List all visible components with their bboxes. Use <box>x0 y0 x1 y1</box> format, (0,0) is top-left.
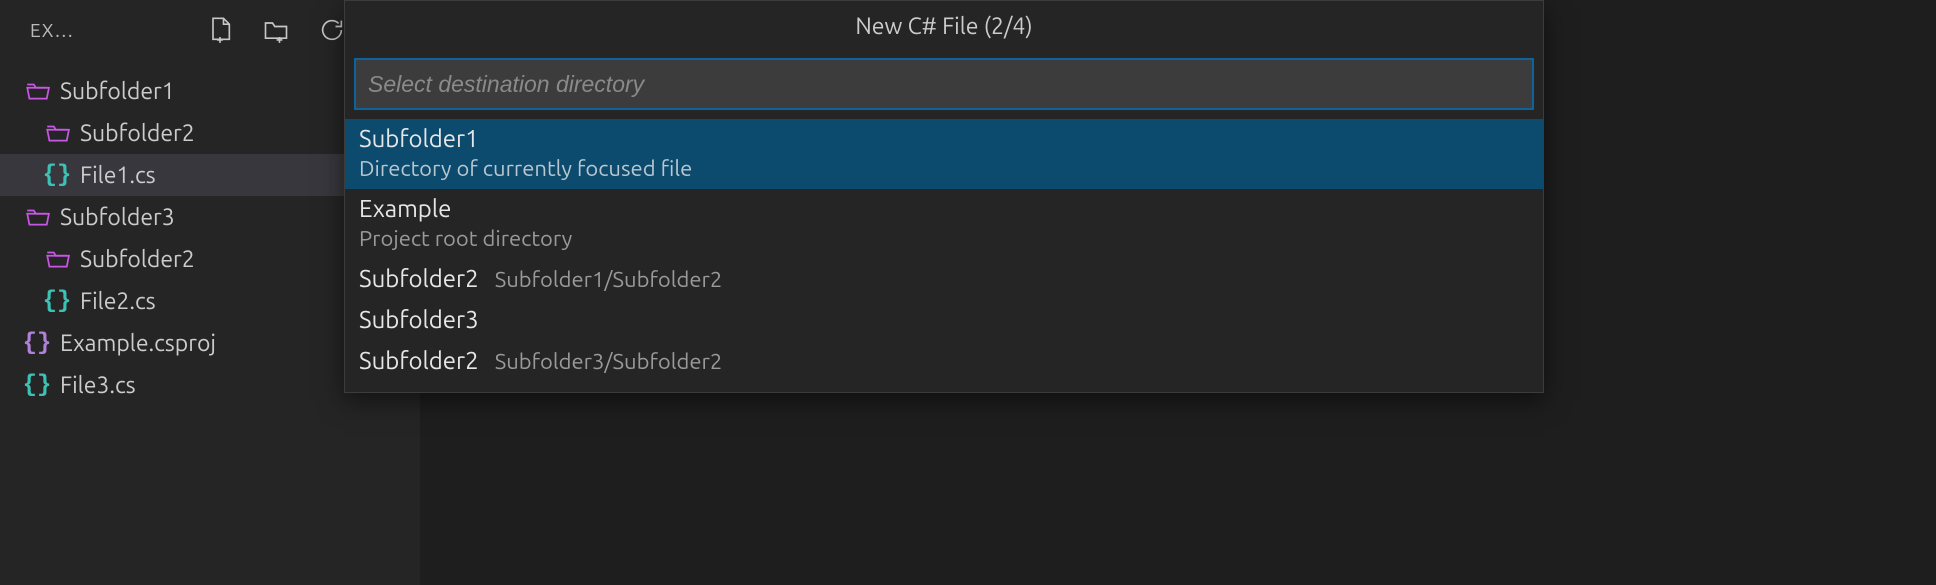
quick-pick-item-label: Example <box>359 195 451 222</box>
quick-pick-item-line1: Subfolder1 <box>359 125 1529 152</box>
quick-pick-item-description: Project root directory <box>359 226 1529 251</box>
csharp-file-icon: {} <box>22 330 52 357</box>
quick-pick-list: Subfolder1 Directory of currently focused… <box>345 119 1543 392</box>
quick-pick-item[interactable]: Example Project root directory <box>345 189 1543 259</box>
folder-open-icon <box>42 120 72 146</box>
new-folder-icon[interactable] <box>262 16 290 44</box>
quick-pick-item-hint: Subfolder1/Subfolder2 <box>495 267 723 292</box>
refresh-icon[interactable] <box>318 16 346 44</box>
quick-pick-item-label: Subfolder1 <box>359 125 479 152</box>
quick-pick-item-label: Subfolder3 <box>359 306 479 333</box>
quick-pick-item-label: Subfolder2 <box>359 265 479 292</box>
quick-pick-item[interactable]: Subfolder2 Subfolder1/Subfolder2 <box>345 259 1543 300</box>
editor-area-bottom <box>420 461 1540 585</box>
quick-pick-title: New C# File (2/4) <box>345 1 1543 51</box>
folder-open-icon <box>22 78 52 104</box>
tree-item-label: File1.cs <box>80 163 156 188</box>
csharp-file-icon: {} <box>42 288 72 315</box>
quick-pick-item-line1: Subfolder3 <box>359 306 1529 333</box>
quick-pick-item-hint: Subfolder3/Subfolder2 <box>495 349 723 374</box>
quick-pick-input[interactable] <box>355 59 1533 109</box>
quick-pick: New C# File (2/4) Subfolder1 Directory of… <box>344 0 1544 393</box>
tree-item-label: Subfolder2 <box>80 247 195 272</box>
quick-pick-item-line1: Subfolder2 Subfolder1/Subfolder2 <box>359 265 1529 292</box>
csharp-file-icon: {} <box>42 162 72 189</box>
csharp-file-icon: {} <box>22 372 52 399</box>
tree-item-label: Subfolder3 <box>60 205 175 230</box>
quick-pick-item-line1: Subfolder2 Subfolder3/Subfolder2 <box>359 347 1529 374</box>
quick-pick-item-line1: Example <box>359 195 1529 222</box>
quick-pick-item[interactable]: Subfolder3 <box>345 300 1543 341</box>
tree-item-label: File3.cs <box>60 373 136 398</box>
tree-item-label: Subfolder1 <box>60 79 175 104</box>
explorer-title: EXPLORER <box>30 19 82 41</box>
tree-item-label: Subfolder2 <box>80 121 195 146</box>
tree-item-label: Example.csproj <box>60 331 216 356</box>
quick-pick-item[interactable]: Subfolder1 Directory of currently focused… <box>345 119 1543 189</box>
quick-pick-item-label: Subfolder2 <box>359 347 479 374</box>
new-file-icon[interactable] <box>206 16 234 44</box>
folder-open-icon <box>42 246 72 272</box>
tree-item-label: File2.cs <box>80 289 156 314</box>
folder-open-icon <box>22 204 52 230</box>
quick-pick-item-description: Directory of currently focused file <box>359 156 1529 181</box>
quick-pick-item[interactable]: Subfolder2 Subfolder3/Subfolder2 <box>345 341 1543 382</box>
quick-pick-input-wrap <box>345 51 1543 119</box>
